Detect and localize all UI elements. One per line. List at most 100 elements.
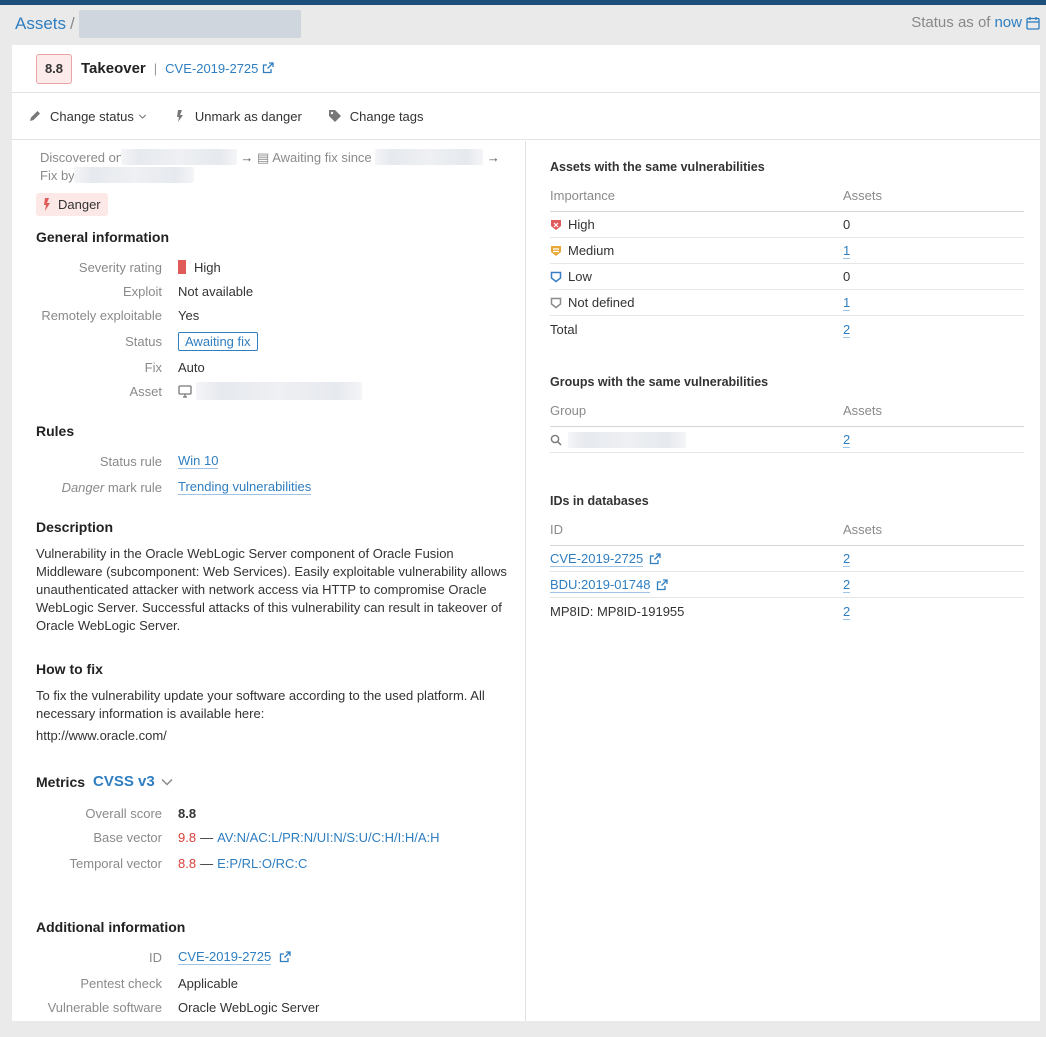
pentest-label: Pentest check (80, 975, 162, 991)
related-column: Assets with the same vulnerabilities Imp… (526, 141, 1040, 1021)
group-row: 2 (550, 427, 1024, 453)
description-text: Vulnerability in the Oracle WebLogic Ser… (36, 546, 507, 633)
assets-column-header: Assets (843, 402, 883, 418)
assets-column-header: Assets (843, 187, 883, 203)
shield-low-icon (550, 271, 562, 282)
asset-count-link[interactable]: 1 (843, 295, 851, 311)
pentest-value: Applicable (178, 975, 238, 991)
danger-rule-label: Danger mark rule (61, 479, 162, 495)
dash-separator: — (200, 829, 214, 845)
asset-count: 0 (843, 269, 851, 284)
importance-row-medium: Medium 1 (550, 238, 1024, 264)
additional-info-heading: Additional information (36, 919, 186, 935)
software-label: Vulnerable software (47, 999, 162, 1015)
status-as-of-label: Status as of (911, 14, 991, 31)
metrics-heading: Metrics CVSS v3 (36, 773, 173, 790)
db-id-row: MP8ID: MP8ID-191955 2 (550, 598, 1024, 624)
total-label: Total (550, 321, 578, 337)
db-id-link[interactable]: CVE-2019-2725 (550, 551, 644, 567)
table-header: Importance Assets (550, 179, 1024, 212)
breadcrumb: Assets / (15, 10, 301, 38)
table-header: ID Assets (550, 513, 1024, 546)
ids-databases-table: ID Assets CVE-2019-2725 2 BDU:2019-01748 … (550, 513, 1024, 624)
calendar-icon[interactable] (1026, 16, 1040, 30)
change-status-button[interactable]: Change status (28, 109, 147, 124)
temporal-score-value: 8.8 (178, 855, 197, 871)
pencil-icon (30, 111, 40, 121)
status-rule-label: Status rule (99, 453, 162, 469)
title-divider: | (153, 61, 158, 76)
importance-row-not-defined: Not defined 1 (550, 290, 1024, 316)
danger-label: Danger (58, 197, 101, 212)
status-rule-link[interactable]: Win 10 (178, 453, 219, 469)
breadcrumb-separator: / (70, 14, 75, 33)
cvss-version-dropdown[interactable]: CVSS v3 (93, 773, 173, 790)
table-header: Group Assets (550, 394, 1024, 427)
change-tags-label: Change tags (349, 108, 424, 124)
details-column: Discovered on → ▤ Awaiting fix since → F… (12, 141, 526, 1021)
header-cve-link[interactable]: CVE-2019-2725 (165, 61, 275, 76)
status-tag[interactable]: Awaiting fix (178, 331, 258, 351)
remote-exploit-label: Remotely exploitable (41, 307, 162, 323)
top-accent-bar (0, 0, 1046, 5)
shield-high-icon (551, 219, 561, 230)
metrics-title: Metrics (36, 773, 86, 790)
fix-row: Fix Auto (36, 357, 506, 377)
danger-rule-row: Danger mark rule Trending vulnerabilitie… (36, 477, 506, 497)
search-icon (550, 434, 562, 446)
external-link-icon[interactable] (649, 552, 661, 565)
change-tags-button[interactable]: Change tags (328, 109, 424, 124)
status-as-of: Status as of now (911, 14, 1040, 31)
external-link-icon[interactable] (279, 951, 291, 963)
status-timeline: Discovered on → ▤ Awaiting fix since → F… (40, 149, 500, 183)
dash-separator: — (200, 855, 214, 871)
fix-by-label: Fix by (40, 168, 75, 183)
remote-exploit-value: Yes (178, 307, 200, 323)
temporal-vector-link[interactable]: E:P/RL:O/RC:C (217, 856, 307, 871)
remote-exploit-row: Remotely exploitable Yes (36, 305, 506, 325)
redacted-asset-link[interactable] (196, 382, 362, 400)
exploit-label: Exploit (122, 283, 162, 299)
unmark-danger-button[interactable]: Unmark as danger (173, 109, 302, 124)
unmark-danger-label: Unmark as danger (194, 108, 302, 124)
db-id-row: BDU:2019-01748 2 (550, 572, 1024, 598)
shield-undefined-icon (550, 297, 562, 308)
overall-score-row: Overall score 8.8 (36, 803, 506, 823)
asset-count-link[interactable]: 1 (843, 243, 851, 259)
description-heading: Description (36, 519, 114, 535)
change-status-label: Change status (50, 108, 134, 124)
danger-rule-link[interactable]: Trending vulnerabilities (178, 479, 312, 495)
asset-label: Asset (129, 383, 162, 399)
severity-value: High (194, 259, 221, 275)
db-count-link[interactable]: 2 (843, 577, 851, 593)
group-count-link[interactable]: 2 (843, 432, 851, 448)
awaiting-fix-label: Awaiting fix since (272, 150, 372, 165)
fix-url: http://www.oracle.com/ (36, 728, 167, 743)
status-now-link[interactable]: now (994, 14, 1022, 31)
ids-databases-heading: IDs in databases (550, 494, 649, 508)
redacted-discovered-date (120, 149, 237, 165)
software-row: Vulnerable software Oracle WebLogic Serv… (36, 997, 506, 1017)
document-icon: ▤ (256, 150, 270, 165)
id-cve-link[interactable]: CVE-2019-2725 (178, 949, 272, 965)
total-count-link[interactable]: 2 (843, 321, 851, 338)
db-count-link[interactable]: 2 (843, 551, 851, 567)
importance-label: High (568, 217, 595, 232)
db-count-link[interactable]: 2 (843, 603, 851, 620)
danger-badge: Danger (36, 193, 108, 216)
db-id-link[interactable]: BDU:2019-01748 (550, 577, 651, 593)
groups-same-table: Group Assets 2 (550, 394, 1024, 453)
importance-label: Low (568, 269, 592, 284)
action-toolbar: Change status Unmark as danger Change ta… (12, 93, 1040, 140)
redacted-group-name[interactable] (568, 431, 686, 448)
breadcrumb-assets-link[interactable]: Assets (15, 14, 66, 34)
external-link-icon[interactable] (656, 578, 669, 591)
computer-icon (178, 384, 192, 398)
overall-score-value: 8.8 (178, 805, 197, 821)
assets-same-table: Importance Assets High 0 Medium 1 Low 0 N… (550, 179, 1024, 342)
chevron-down-icon (138, 114, 146, 119)
score-badge: 8.8 (36, 53, 72, 84)
base-vector-link[interactable]: AV:N/AC:L/PR:N/UI:N/S:U/C:H/I:H/A:H (217, 830, 439, 845)
general-info-heading: General information (36, 229, 170, 245)
tag-icon (328, 110, 341, 122)
